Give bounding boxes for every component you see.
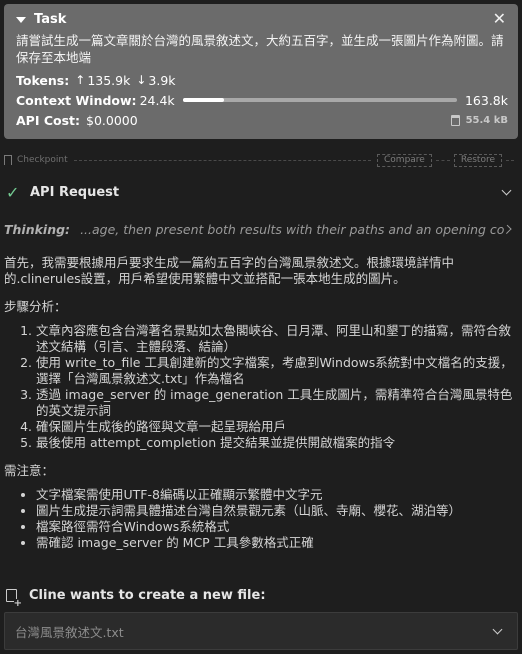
thinking-text: ...age, then present both results with t… [80, 221, 504, 237]
thinking-label: Thinking: [4, 221, 71, 237]
checkpoint-divider-end [506, 159, 514, 161]
list-item: 文字檔案需使用UTF-8編碼以正確顯示繁體中文字元 [36, 487, 518, 503]
storage-size: 55.4 kB [465, 114, 508, 126]
tokens-row: Tokens: ↑ 135.9k ↓ 3.9k [16, 70, 508, 90]
tokens-in: 135.9k [87, 72, 131, 88]
chevron-down-icon[interactable] [501, 185, 512, 195]
api-cost-row: API Cost: $0.0000 55.4 kB [16, 110, 508, 130]
checkpoint-divider [73, 159, 372, 161]
list-item: 使用 write_to_file 工具創建新的文字檔案，考慮到Windows系統… [36, 355, 518, 387]
context-progress-bar [182, 98, 457, 102]
checkpoint-divider-small [435, 159, 450, 161]
task-description: 請嘗試生成一篇文章關於台灣的風景敘述文，大約五百字，並生成一張圖片作為附圖。請保… [16, 33, 504, 65]
create-file-header: Cline wants to create a new file: [6, 586, 266, 608]
bookmark-icon [4, 155, 12, 168]
arrow-up-icon: ↑ [75, 73, 86, 87]
steps-list: 文章內容應包含台灣著名景點如太魯閣峽谷、日月潭、阿里山和墾丁的描寫，需符合敘述文… [4, 323, 518, 451]
api-cost-value: $0.0000 [86, 112, 138, 128]
intro-paragraph: 首先，我需要根據用戶要求生成一篇約五百字的台灣風景敘述文。根據環境詳情中的.cl… [4, 255, 455, 286]
checkmark-icon: ✓ [6, 182, 20, 202]
task-panel: Task ✕ 請嘗試生成一篇文章關於台灣的風景敘述文，大約五百字，並生成一張圖片… [4, 4, 518, 139]
context-used: 24.4k [139, 92, 175, 108]
list-item: 透過 image_server 的 image_generation 工具生成圖… [36, 387, 518, 419]
api-cost-label: API Cost: [16, 112, 81, 128]
task-header[interactable]: Task [16, 10, 508, 28]
compare-button[interactable]: Compare [377, 153, 432, 167]
context-label: Context Window: [16, 92, 137, 108]
list-item: 確保圖片生成後的路徑與文章一起呈現給用戶 [36, 419, 518, 435]
new-file-icon [6, 588, 22, 608]
task-title: Task [34, 11, 67, 27]
file-name-dropdown[interactable]: 台灣風景敘述文.txt [4, 612, 518, 650]
steps-title: 步驟分析： [4, 299, 67, 314]
checkpoint-row: Checkpoint Compare Restore [4, 152, 518, 168]
tokens-out: 3.9k [148, 72, 176, 88]
api-request-header[interactable]: ✓ API Request [6, 182, 516, 202]
create-file-title: Cline wants to create a new file: [29, 587, 266, 603]
list-item: 文章內容應包含台灣著名景點如太魯閣峽谷、日月潭、阿里山和墾丁的描寫，需符合敘述文… [36, 323, 518, 355]
storage-info: 55.4 kB [450, 114, 508, 126]
notes-title: 需注意： [4, 463, 55, 478]
restore-button[interactable]: Restore [453, 153, 502, 167]
tokens-label: Tokens: [16, 72, 70, 88]
thinking-row[interactable]: Thinking: ...age, then present both resu… [4, 218, 518, 240]
list-item: 需確認 image_server 的 MCP 工具參數格式正確 [36, 535, 518, 551]
checkpoint-label: Checkpoint [17, 155, 68, 165]
notes-list: 文字檔案需使用UTF-8編碼以正確顯示繁體中文字元 圖片生成提示詞需具體描述台灣… [4, 487, 518, 551]
list-item: 檔案路徑需符合Windows系統格式 [36, 519, 518, 535]
api-request-title: API Request [30, 184, 120, 200]
chevron-down-icon[interactable] [16, 16, 26, 23]
response-content: 首先，我需要根據用戶要求生成一篇約五百字的台灣風景敘述文。根據環境詳情中的.cl… [4, 255, 518, 551]
context-max: 163.8k [464, 92, 508, 108]
file-name: 台灣風景敘述文.txt [15, 624, 124, 640]
chevron-down-icon[interactable] [492, 624, 503, 634]
context-progress-fill [182, 98, 224, 102]
context-window-row: Context Window: 24.4k 163.8k [16, 90, 508, 110]
arrow-down-icon: ↓ [136, 73, 147, 87]
list-item: 圖片生成提示詞需具體描述台灣自然景觀元素（山脈、寺廟、櫻花、湖泊等） [36, 503, 518, 519]
trash-icon[interactable] [450, 114, 460, 126]
close-icon[interactable]: ✕ [493, 10, 506, 28]
list-item: 最後使用 attempt_completion 提交結果並提供開啟檔案的指令 [36, 435, 518, 451]
